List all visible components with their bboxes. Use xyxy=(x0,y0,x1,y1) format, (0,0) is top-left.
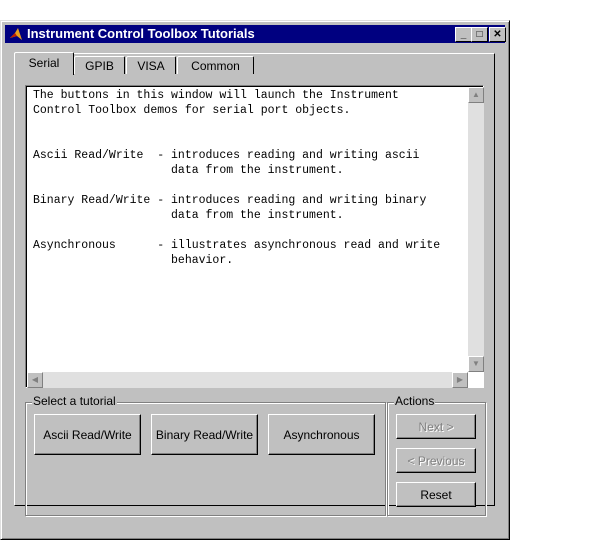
scroll-right-arrow-icon[interactable]: ▶ xyxy=(452,372,468,388)
maximize-button[interactable]: □ xyxy=(471,27,488,42)
description-text: The buttons in this window will launch t… xyxy=(33,89,441,267)
minimize-button[interactable]: _ xyxy=(455,27,472,42)
previous-button[interactable]: < Previous xyxy=(396,448,476,473)
select-tutorial-label: Select a tutorial xyxy=(32,394,117,408)
tab-visa[interactable]: VISA xyxy=(126,56,176,74)
reset-button[interactable]: Reset xyxy=(396,482,476,507)
window-title: Instrument Control Toolbox Tutorials xyxy=(27,26,255,41)
scroll-down-arrow-icon[interactable]: ▼ xyxy=(468,356,484,372)
binary-read-write-button[interactable]: Binary Read/Write xyxy=(151,414,258,455)
ascii-read-write-button[interactable]: Ascii Read/Write xyxy=(34,414,141,455)
scroll-up-arrow-icon[interactable]: ▲ xyxy=(468,87,484,103)
title-bar: Instrument Control Toolbox Tutorials _ □… xyxy=(5,25,506,43)
scroll-left-arrow-icon[interactable]: ◀ xyxy=(27,372,43,388)
asynchronous-button[interactable]: Asynchronous xyxy=(268,414,375,455)
tab-gpib[interactable]: GPIB xyxy=(74,56,125,74)
tab-common[interactable]: Common xyxy=(177,56,254,74)
tab-serial[interactable]: Serial xyxy=(14,52,74,75)
next-button[interactable]: Next > xyxy=(396,414,476,439)
description-text-area[interactable]: The buttons in this window will launch t… xyxy=(25,85,484,388)
actions-label: Actions xyxy=(394,394,436,408)
horizontal-scrollbar[interactable]: ◀ ▶ xyxy=(27,372,468,388)
matlab-logo-icon xyxy=(10,28,22,40)
vertical-scrollbar[interactable]: ▲ ▼ xyxy=(468,87,484,372)
close-button[interactable]: ✕ xyxy=(489,27,506,42)
